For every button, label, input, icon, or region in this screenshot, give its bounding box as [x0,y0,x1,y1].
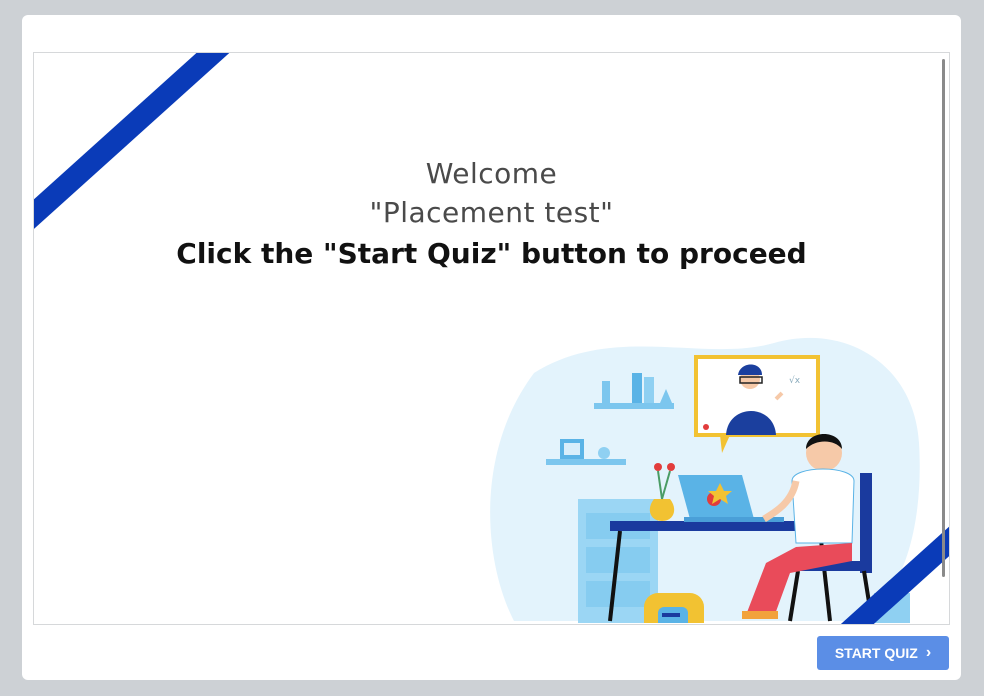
start-quiz-label: START QUIZ [834,645,918,661]
welcome-heading: Welcome [425,157,558,190]
slide-scrollbar[interactable] [942,59,945,577]
chevron-right-icon: › [925,644,932,661]
slide-text: Welcome "Placement test" Click the "Star… [34,157,949,270]
start-quiz-button[interactable]: START QUIZ › [817,636,949,670]
svg-text:√x: √x [789,375,801,386]
online-learning-illustration: √x [490,337,920,623]
instruction-text: Click the "Start Quiz" button to proceed [176,237,807,270]
test-title: "Placement test" [369,196,614,229]
slide-stage: Welcome "Placement test" Click the "Star… [33,52,950,625]
